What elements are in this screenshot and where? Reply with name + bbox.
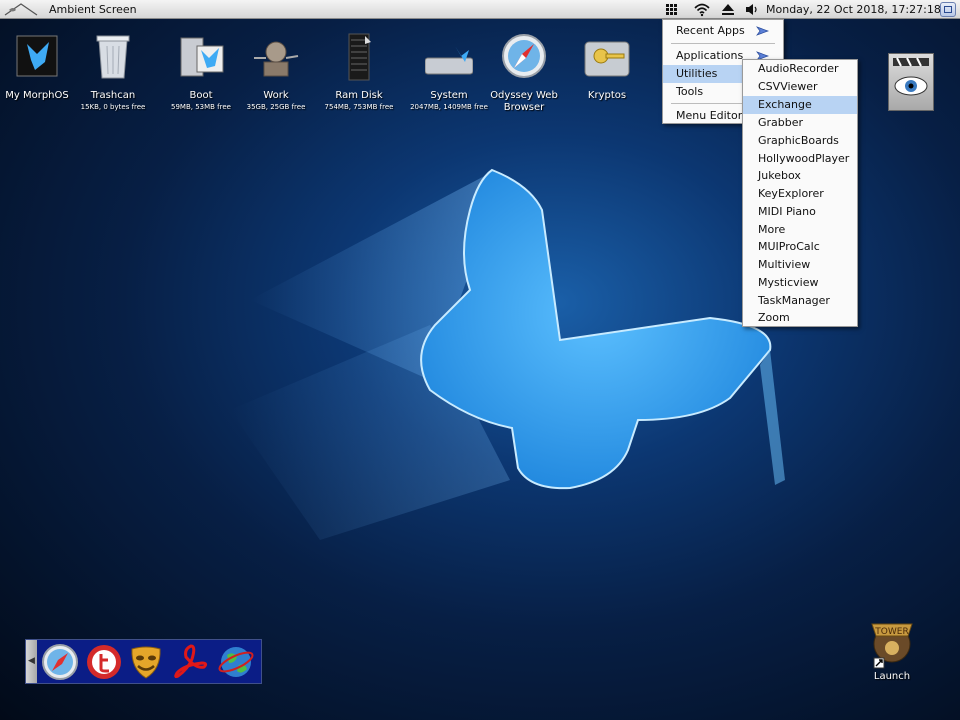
compass-browser-icon — [502, 34, 546, 78]
dock-collapse-handle[interactable]: ◀ — [26, 640, 37, 683]
icon-sublabel: 35GB, 25GB free — [246, 103, 306, 111]
pdf-reader-icon[interactable] — [172, 643, 210, 681]
menubar: Ambient Screen Monday, 22 Oct 2018, 17:2… — [0, 0, 960, 19]
menu-item-recent-apps[interactable]: Recent Apps — [663, 22, 783, 40]
system-drive-icon — [424, 46, 474, 75]
desktop-icon-launch[interactable]: TOWER Launch — [858, 610, 926, 682]
submenu-item-zoom[interactable]: Zoom — [743, 309, 857, 327]
compass-browser-icon[interactable] — [41, 643, 79, 681]
menu-item-utilities[interactable]: Utilities — [663, 65, 743, 83]
clock[interactable]: Monday, 22 Oct 2018, 17:27:18 — [766, 3, 941, 16]
menu-item-label: Applications — [676, 49, 744, 62]
desktop-icon-odyssey[interactable]: Odyssey Web Browser — [479, 32, 569, 114]
icon-label: Launch — [873, 671, 911, 682]
menu-item-label: Recent Apps — [676, 24, 745, 37]
submenu-item-label: Jukebox — [758, 169, 801, 182]
submenu-item-label: HollywoodPlayer — [758, 152, 850, 165]
submenu-item-label: AudioRecorder — [758, 62, 839, 75]
submenu-item-label: MUIProCalc — [758, 240, 820, 253]
submenu-item-keyexplorer[interactable]: KeyExplorer — [743, 185, 857, 203]
eject-icon[interactable] — [721, 3, 735, 16]
work-drive-icon — [254, 41, 299, 77]
twitter-bird-icon[interactable] — [85, 643, 123, 681]
morphos-logo-icon[interactable] — [3, 1, 39, 17]
icon-sublabel: 15KB, 0 bytes free — [80, 103, 146, 111]
submenu-item-midi-piano[interactable]: MIDI Piano — [743, 203, 857, 221]
icon-label: Ram Disk — [335, 90, 383, 101]
utilities-submenu: AudioRecorder CSVViewer Exchange Grabber… — [742, 59, 858, 327]
dock: ◀ — [25, 639, 262, 684]
desktop-icon-trashcan[interactable]: Trashcan 15KB, 0 bytes free — [68, 32, 158, 112]
launch-game-icon: TOWER — [871, 623, 913, 669]
submenu-item-jukebox[interactable]: Jukebox — [743, 167, 857, 185]
submenu-item-more[interactable]: More — [743, 221, 857, 239]
submenu-item-label: More — [758, 223, 786, 236]
volume-icon[interactable] — [745, 3, 759, 16]
submenu-item-mysticview[interactable]: Mysticview — [743, 274, 857, 292]
theater-mask-icon[interactable] — [127, 643, 165, 681]
icon-label: Odyssey Web Browser — [490, 90, 558, 113]
submenu-item-hollywoodplayer[interactable]: HollywoodPlayer — [743, 150, 857, 168]
submenu-item-muiprocalc[interactable]: MUIProCalc — [743, 238, 857, 256]
submenu-item-label: Grabber — [758, 116, 804, 129]
key-drive-icon — [584, 41, 630, 77]
clapboard-eye-icon — [893, 57, 929, 96]
menu-item-label: Tools — [676, 85, 704, 98]
wifi-icon[interactable] — [694, 2, 710, 17]
submenu-item-label: CSVViewer — [758, 80, 818, 93]
submenu-item-label: GraphicBoards — [758, 134, 839, 147]
submenu-item-label: Exchange — [758, 98, 812, 111]
svg-text:TOWER: TOWER — [874, 627, 908, 637]
multimedia-clapboard-icon[interactable] — [888, 53, 934, 111]
screen-title: Ambient Screen — [49, 3, 137, 16]
icon-label: Work — [263, 90, 289, 101]
menu-item-label: Utilities — [676, 67, 718, 80]
icon-label: Trashcan — [90, 90, 136, 101]
icon-sublabel: 754MB, 753MB free — [324, 103, 394, 111]
submenu-item-label: KeyExplorer — [758, 187, 824, 200]
ram-disk-icon — [348, 33, 371, 81]
submenu-item-label: Zoom — [758, 311, 790, 324]
menu-item-label: Menu Editor... — [676, 109, 752, 122]
submenu-item-label: Mysticview — [758, 276, 819, 289]
submenu-arrow-icon — [756, 26, 770, 36]
desktop-icon-ram-disk[interactable]: Ram Disk 754MB, 753MB free — [314, 32, 404, 112]
submenu-item-grabber[interactable]: Grabber — [743, 114, 857, 132]
trashcan-icon — [96, 35, 130, 79]
desktop-icon-kryptos[interactable]: Kryptos — [562, 32, 652, 102]
submenu-item-label: Multiview — [758, 258, 811, 271]
submenu-item-label: TaskManager — [758, 294, 830, 307]
butterfly-wallpaper — [230, 168, 785, 540]
submenu-item-csvviewer[interactable]: CSVViewer — [743, 78, 857, 96]
submenu-item-audiorecorder[interactable]: AudioRecorder — [743, 60, 857, 78]
globe-icon[interactable] — [217, 643, 255, 681]
submenu-item-taskmanager[interactable]: TaskManager — [743, 292, 857, 310]
app-grid-icon[interactable] — [666, 4, 678, 15]
window-switch-icon[interactable] — [940, 2, 956, 17]
menu-separator — [671, 43, 775, 44]
submenu-item-exchange[interactable]: Exchange — [743, 96, 857, 114]
submenu-item-multiview[interactable]: Multiview — [743, 256, 857, 274]
desktop-icon-work[interactable]: Work 35GB, 25GB free — [231, 32, 321, 112]
submenu-item-label: MIDI Piano — [758, 205, 816, 218]
icon-label: Kryptos — [587, 90, 627, 101]
morphos-butterfly-icon — [16, 35, 58, 77]
submenu-item-graphicboards[interactable]: GraphicBoards — [743, 132, 857, 150]
boot-drive-icon — [180, 37, 224, 77]
